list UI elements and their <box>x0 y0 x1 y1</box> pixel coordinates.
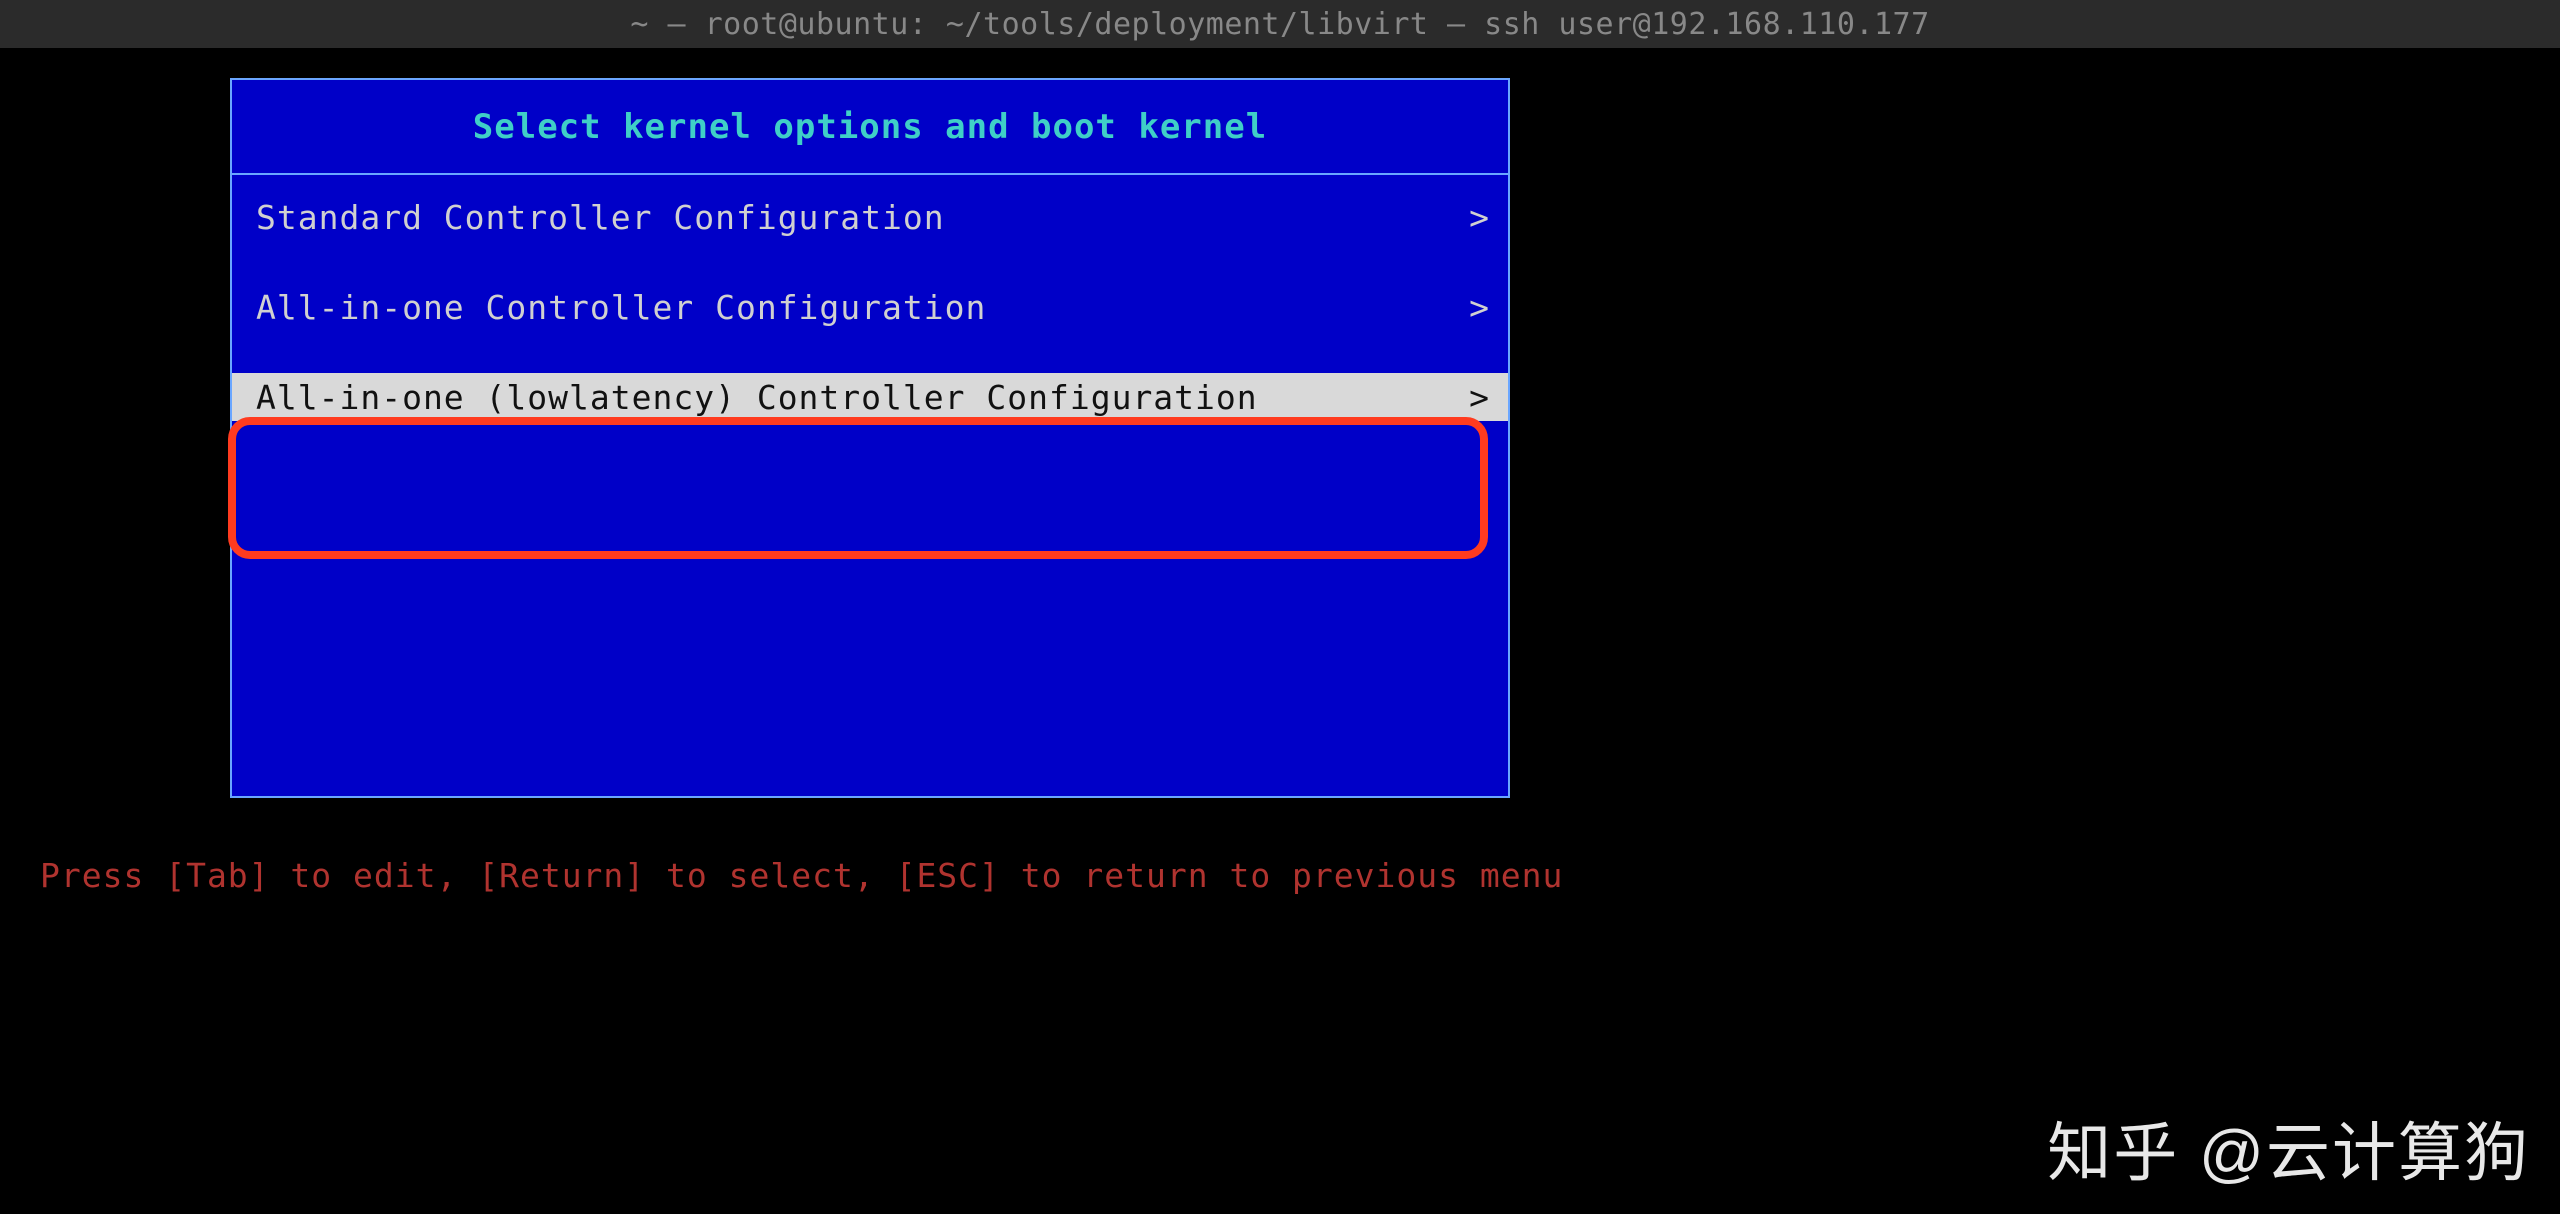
boot-hint-text: Press [Tab] to edit, [Return] to select,… <box>40 856 1563 895</box>
window-title: ~ — root@ubuntu: ~/tools/deployment/libv… <box>630 7 1929 42</box>
boot-item-standard[interactable]: Standard Controller Configuration > <box>232 193 1508 241</box>
boot-item-label: Standard Controller Configuration <box>256 198 945 237</box>
boot-menu-header: Select kernel options and boot kernel <box>232 80 1508 175</box>
boot-menu-title: Select kernel options and boot kernel <box>473 107 1267 147</box>
chevron-right-icon: > <box>1469 198 1490 237</box>
boot-item-label: All-in-one Controller Configuration <box>256 288 986 327</box>
boot-menu-body: Standard Controller Configuration > All-… <box>232 175 1508 421</box>
window-titlebar: ~ — root@ubuntu: ~/tools/deployment/libv… <box>0 0 2560 48</box>
boot-item-aio[interactable]: All-in-one Controller Configuration > <box>232 283 1508 331</box>
chevron-right-icon: > <box>1469 378 1490 417</box>
watermark-text: 知乎 @云计算狗 <box>2047 1102 2530 1194</box>
boot-item-aio-lowlatency[interactable]: All-in-one (lowlatency) Controller Confi… <box>232 373 1508 421</box>
boot-menu-panel: Select kernel options and boot kernel St… <box>230 78 1510 798</box>
terminal-area: Select kernel options and boot kernel St… <box>0 48 2560 1214</box>
chevron-right-icon: > <box>1469 288 1490 327</box>
boot-item-label: All-in-one (lowlatency) Controller Confi… <box>256 378 1258 417</box>
